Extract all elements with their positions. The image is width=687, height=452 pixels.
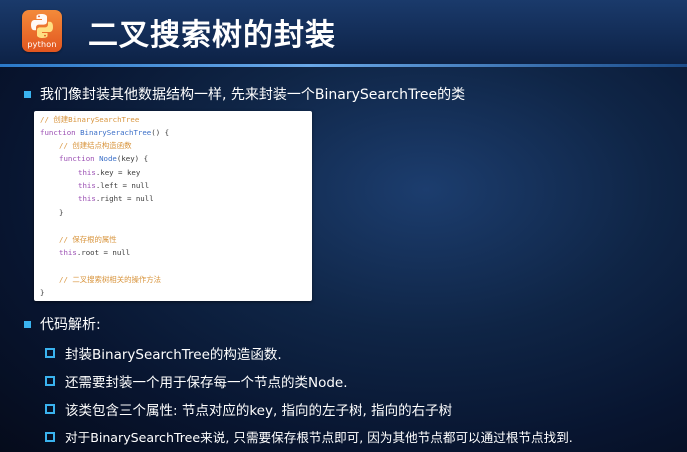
code-line: // 二叉搜索树相关的操作方法 [59,274,161,286]
analysis-point: 该类包含三个属性: 节点对应的key, 指向的左子树, 指向的右子树 [65,403,453,419]
bullet-square-icon [24,321,31,328]
code-line: // 创建BinarySearchTree [40,114,139,126]
code-keyword: this [78,168,96,177]
code-text: .key = key [95,168,141,177]
code-keyword: this [78,194,96,203]
code-text: .right = null [95,194,154,203]
bullet-hollow-icon [45,404,55,414]
slide-title: 二叉搜索树的封装 [88,18,336,53]
python-snake-icon [31,14,53,38]
code-keyword: this [78,181,96,190]
code-keyword: this [59,248,77,257]
analysis-heading: 代码解析: [40,317,101,333]
code-line: function Node(key) { [59,153,148,165]
code-text: (key) { [116,154,149,163]
slide: python 二叉搜索树的封装 我们像封装其他数据结构一样, 先来封装一个Bin… [0,0,687,452]
code-text: } [40,288,45,297]
analysis-point: 对于BinarySearchTree来说, 只需要保存根节点即可, 因为其他节点… [65,430,573,445]
logo-label: python [27,40,57,49]
analysis-point: 还需要封装一个用于保存每一个节点的类Node. [65,375,348,391]
code-line: // 保存根的属性 [59,234,117,246]
bullet-hollow-icon [45,376,55,386]
code-block: // 创建BinarySearchTree function BinarySer… [34,111,312,301]
code-line: this.right = null [78,193,154,205]
code-comment: // 创建BinarySearchTree [40,115,140,124]
code-line: this.key = key [78,167,140,179]
code-text: () { [151,128,170,137]
header-divider [0,64,687,67]
code-comment: // 二叉搜索树相关的操作方法 [59,275,162,284]
code-text: .left = null [95,181,150,190]
code-line: } [59,207,63,219]
code-keyword: function [40,128,76,137]
bullet-hollow-icon [45,432,55,442]
intro-text: 我们像封装其他数据结构一样, 先来封装一个BinarySearchTree的类 [40,87,466,103]
code-keyword: function [59,154,95,163]
code-text: } [59,208,64,217]
code-line: } [40,287,44,299]
code-line: this.root = null [59,247,130,259]
analysis-point: 封装BinarySearchTree的构造函数. [65,347,282,363]
code-line: this.left = null [78,180,149,192]
code-comment: // 创建结点构造函数 [59,141,132,150]
code-line: function BinarySerachTree() { [40,127,169,139]
bullet-square-icon [24,91,31,98]
code-function-name: BinarySerachTree [80,128,152,137]
code-text: .root = null [76,248,131,257]
code-function-name: Node [99,154,117,163]
code-line: // 创建结点构造函数 [59,140,131,152]
code-comment: // 保存根的属性 [59,235,117,244]
bullet-hollow-icon [45,348,55,358]
python-logo: python [22,10,62,52]
slide-header: python 二叉搜索树的封装 [0,0,687,64]
